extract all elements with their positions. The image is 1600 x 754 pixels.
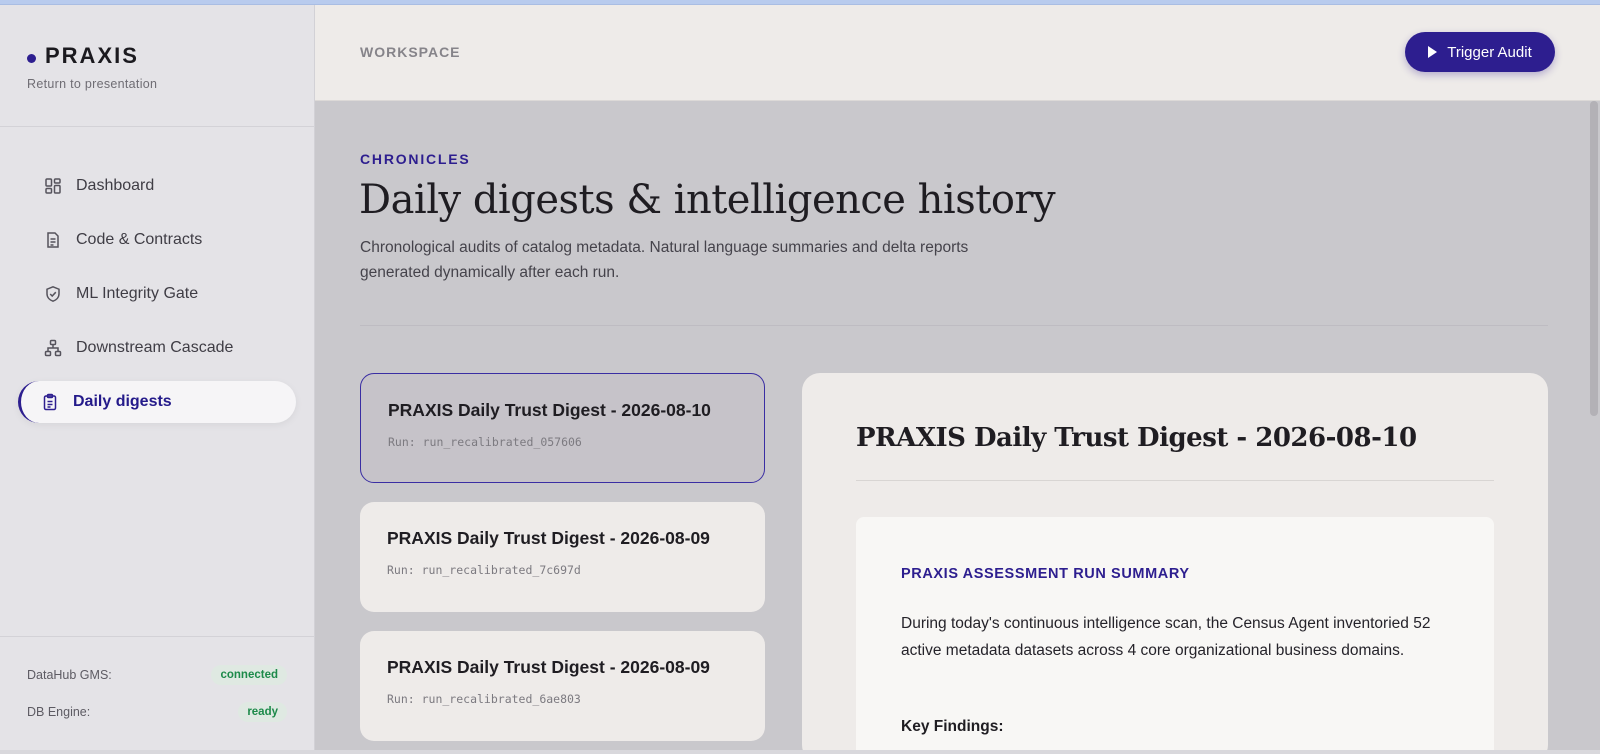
sidebar-divider xyxy=(0,126,315,127)
digest-run-id: Run: run_recalibrated_7c697d xyxy=(387,563,581,577)
detail-divider xyxy=(856,480,1494,481)
digest-title: PRAXIS Daily Trust Digest - 2026-08-10 xyxy=(388,400,711,420)
bottom-strip xyxy=(0,750,1600,754)
top-header: WORKSPACE Trigger Audit xyxy=(315,5,1600,101)
sidebar-item-daily-digests[interactable]: Daily digests xyxy=(18,381,296,423)
digest-title: PRAXIS Daily Trust Digest - 2026-08-09 xyxy=(387,528,710,548)
sidebar-footer-divider xyxy=(0,636,315,637)
digest-card-selected[interactable]: PRAXIS Daily Trust Digest - 2026-08-10 R… xyxy=(360,373,765,483)
sidebar-item-downstream-cascade[interactable]: Downstream Cascade xyxy=(28,327,296,369)
sidebar-item-label: Code & Contracts xyxy=(76,231,203,248)
sidebar-item-label: ML Integrity Gate xyxy=(76,285,199,302)
trigger-audit-button[interactable]: Trigger Audit xyxy=(1405,32,1555,72)
section-eyebrow: CHRONICLES xyxy=(360,151,471,167)
brand-name: PRAXIS xyxy=(45,43,139,68)
digest-card[interactable]: PRAXIS Daily Trust Digest - 2026-08-09 R… xyxy=(360,631,765,741)
page-title: Daily digests & intelligence history xyxy=(359,177,1056,223)
summary-heading: PRAXIS ASSESSMENT RUN SUMMARY xyxy=(901,566,1190,582)
workspace-label: WORKSPACE xyxy=(360,44,461,60)
digest-card[interactable]: PRAXIS Daily Trust Digest - 2026-08-09 R… xyxy=(360,502,765,612)
status-badge: connected xyxy=(211,665,287,685)
clipboard-icon xyxy=(41,393,59,411)
status-badge: ready xyxy=(238,702,287,722)
status-label: DataHub GMS: xyxy=(27,668,112,682)
digest-detail-panel: PRAXIS Daily Trust Digest - 2026-08-10 P… xyxy=(802,373,1548,754)
digest-run-id: Run: run_recalibrated_6ae803 xyxy=(387,692,581,706)
return-to-presentation-link[interactable]: Return to presentation xyxy=(27,77,157,91)
key-findings-label: Key Findings: xyxy=(901,718,1004,735)
status-row-datahub: DataHub GMS: connected xyxy=(27,664,287,686)
digest-title: PRAXIS Daily Trust Digest - 2026-08-09 xyxy=(387,657,710,677)
sidebar-item-label: Dashboard xyxy=(76,177,155,194)
sidebar-item-label: Daily digests xyxy=(73,393,172,410)
main-content: CHRONICLES Daily digests & intelligence … xyxy=(315,101,1600,754)
trigger-audit-label: Trigger Audit xyxy=(1447,43,1532,61)
play-icon xyxy=(1428,46,1438,58)
shield-check-icon xyxy=(44,285,62,303)
summary-text: During today's continuous intelligence s… xyxy=(901,615,1431,659)
content-divider xyxy=(360,325,1548,326)
sidebar-item-dashboard[interactable]: Dashboard xyxy=(28,165,296,207)
status-label: DB Engine: xyxy=(27,705,91,719)
sidebar-item-ml-integrity-gate[interactable]: ML Integrity Gate xyxy=(28,273,296,315)
digest-run-id: Run: run_recalibrated_057606 xyxy=(388,435,582,449)
sidebar-item-label: Downstream Cascade xyxy=(76,339,234,356)
brand-dot-icon xyxy=(27,54,36,63)
sidebar: PRAXIS Return to presentation Dashboard … xyxy=(0,5,315,750)
detail-title: PRAXIS Daily Trust Digest - 2026-08-10 xyxy=(856,423,1417,453)
status-row-db-engine: DB Engine: ready xyxy=(27,701,287,723)
page-description: Chronological audits of catalog metadata… xyxy=(360,239,969,281)
sidebar-item-code-contracts[interactable]: Code & Contracts xyxy=(28,219,296,261)
document-icon xyxy=(44,231,62,249)
dashboard-icon xyxy=(44,177,62,195)
hierarchy-icon xyxy=(44,339,62,357)
scrollbar-thumb[interactable] xyxy=(1590,101,1598,416)
summary-box: PRAXIS ASSESSMENT RUN SUMMARY During tod… xyxy=(856,517,1494,754)
